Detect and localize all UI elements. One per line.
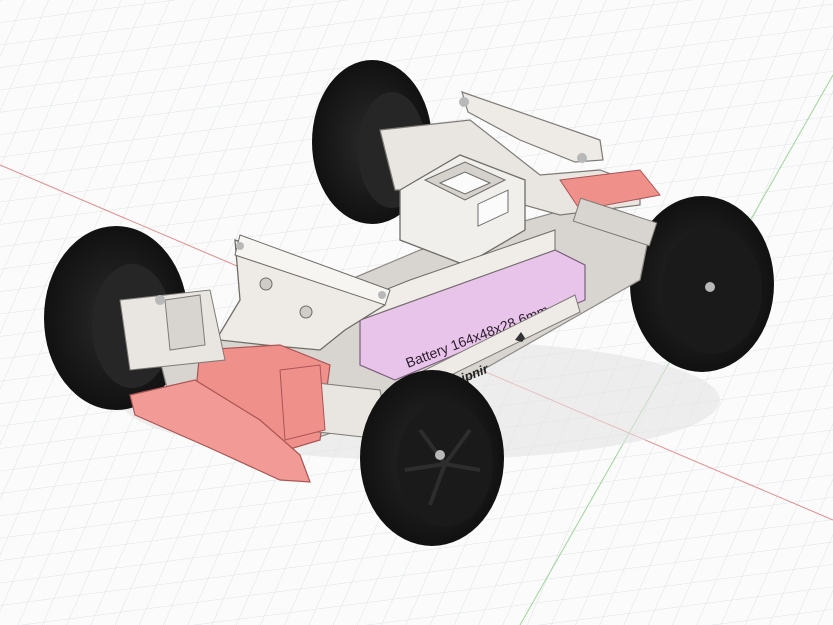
model-canvas[interactable]: Battery 164x48x28.6mm Sleipnir (0, 0, 833, 625)
screw-icon (705, 282, 715, 292)
screw-icon (378, 291, 386, 299)
screw-icon (577, 153, 587, 163)
screw-icon (459, 97, 469, 107)
screw-icon (155, 295, 165, 305)
screw-icon (435, 450, 445, 460)
cad-viewport[interactable]: Battery 164x48x28.6mm Sleipnir (0, 0, 833, 625)
screw-icon (236, 242, 244, 250)
tire-front-right[interactable] (360, 370, 504, 546)
